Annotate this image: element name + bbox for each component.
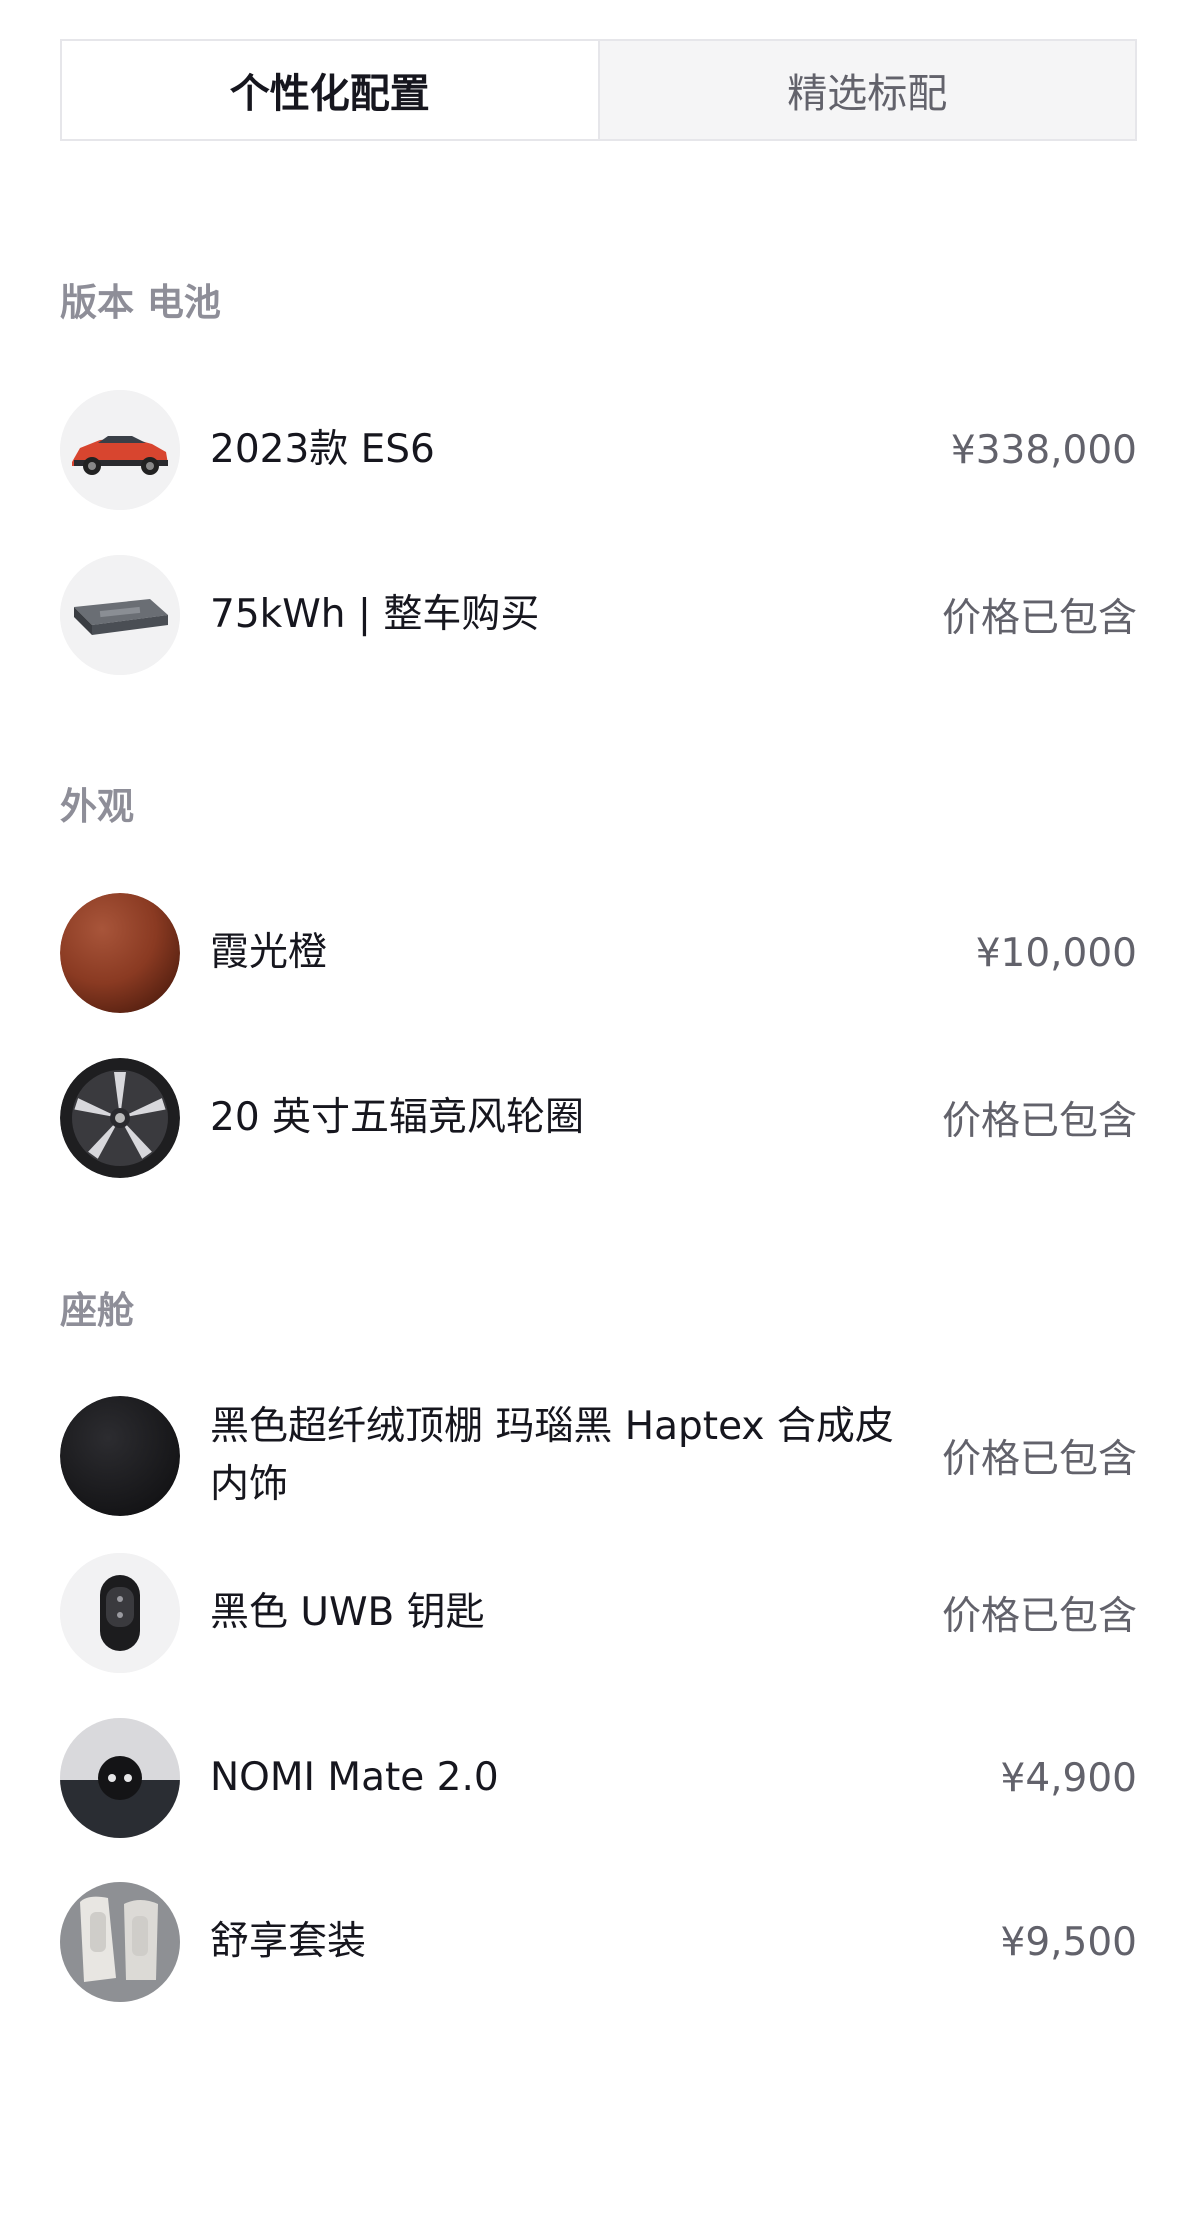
car-icon (60, 390, 180, 510)
tab-standard-features[interactable]: 精选标配 (597, 41, 1135, 139)
item-label: 20 英寸五辐竞风轮圈 (210, 1095, 585, 1140)
item-price: ¥9,500 (1000, 1919, 1137, 1965)
item-price: 价格已包含 (941, 1099, 1137, 1144)
item-label: 霞光橙 (210, 930, 328, 975)
item-price: 价格已包含 (941, 1594, 1137, 1639)
item-label: 舒享套装 (210, 1919, 367, 1964)
battery-pack-icon (60, 555, 180, 675)
list-item-nomi[interactable]: NOMI Mate 2.0 ¥4,900 (60, 1718, 1137, 1838)
section-title-exterior: 外观 (60, 785, 134, 828)
item-label: 2023款 ES6 (210, 427, 435, 472)
config-tabs: 个性化配置 精选标配 (60, 39, 1137, 141)
section-title-cabin: 座舱 (60, 1289, 134, 1332)
key-fob-icon (60, 1553, 180, 1673)
item-price: 价格已包含 (941, 596, 1137, 641)
tab-personalized-config[interactable]: 个性化配置 (62, 41, 598, 139)
item-price: ¥4,900 (1000, 1755, 1137, 1801)
item-label: 黑色 UWB 钥匙 (210, 1590, 485, 1635)
list-item-key[interactable]: 黑色 UWB 钥匙 价格已包含 (60, 1553, 1137, 1673)
interior-swatch-icon (60, 1396, 180, 1516)
nomi-icon (60, 1718, 180, 1838)
paint-swatch-icon (60, 893, 180, 1013)
item-price: 价格已包含 (941, 1437, 1137, 1482)
list-item-interior[interactable]: 黑色超纤绒顶棚 玛瑙黑 Haptex 合成皮内饰 价格已包含 (60, 1396, 1137, 1516)
list-item-paint[interactable]: 霞光橙 ¥10,000 (60, 893, 1137, 1013)
list-item-comfort-package[interactable]: 舒享套装 ¥9,500 (60, 1882, 1137, 2002)
list-item-battery[interactable]: 75kWh | 整车购买 价格已包含 (60, 555, 1137, 675)
item-price: ¥10,000 (975, 930, 1137, 976)
seat-icon (60, 1882, 180, 2002)
list-item-wheel[interactable]: 20 英寸五辐竞风轮圈 价格已包含 (60, 1058, 1137, 1178)
wheel-icon (60, 1058, 180, 1178)
item-label: NOMI Mate 2.0 (210, 1755, 499, 1800)
section-title-version-battery: 版本 电池 (60, 281, 221, 324)
item-label: 黑色超纤绒顶棚 玛瑙黑 Haptex 合成皮内饰 (210, 1404, 894, 1507)
item-price: ¥338,000 (950, 427, 1137, 473)
configuration-page: 个性化配置 精选标配 版本 电池 2023款 ES6 ¥338,000 75kW… (0, 0, 1200, 2222)
list-item-version[interactable]: 2023款 ES6 ¥338,000 (60, 390, 1137, 510)
item-label: 75kWh | 整车购买 (210, 592, 540, 637)
